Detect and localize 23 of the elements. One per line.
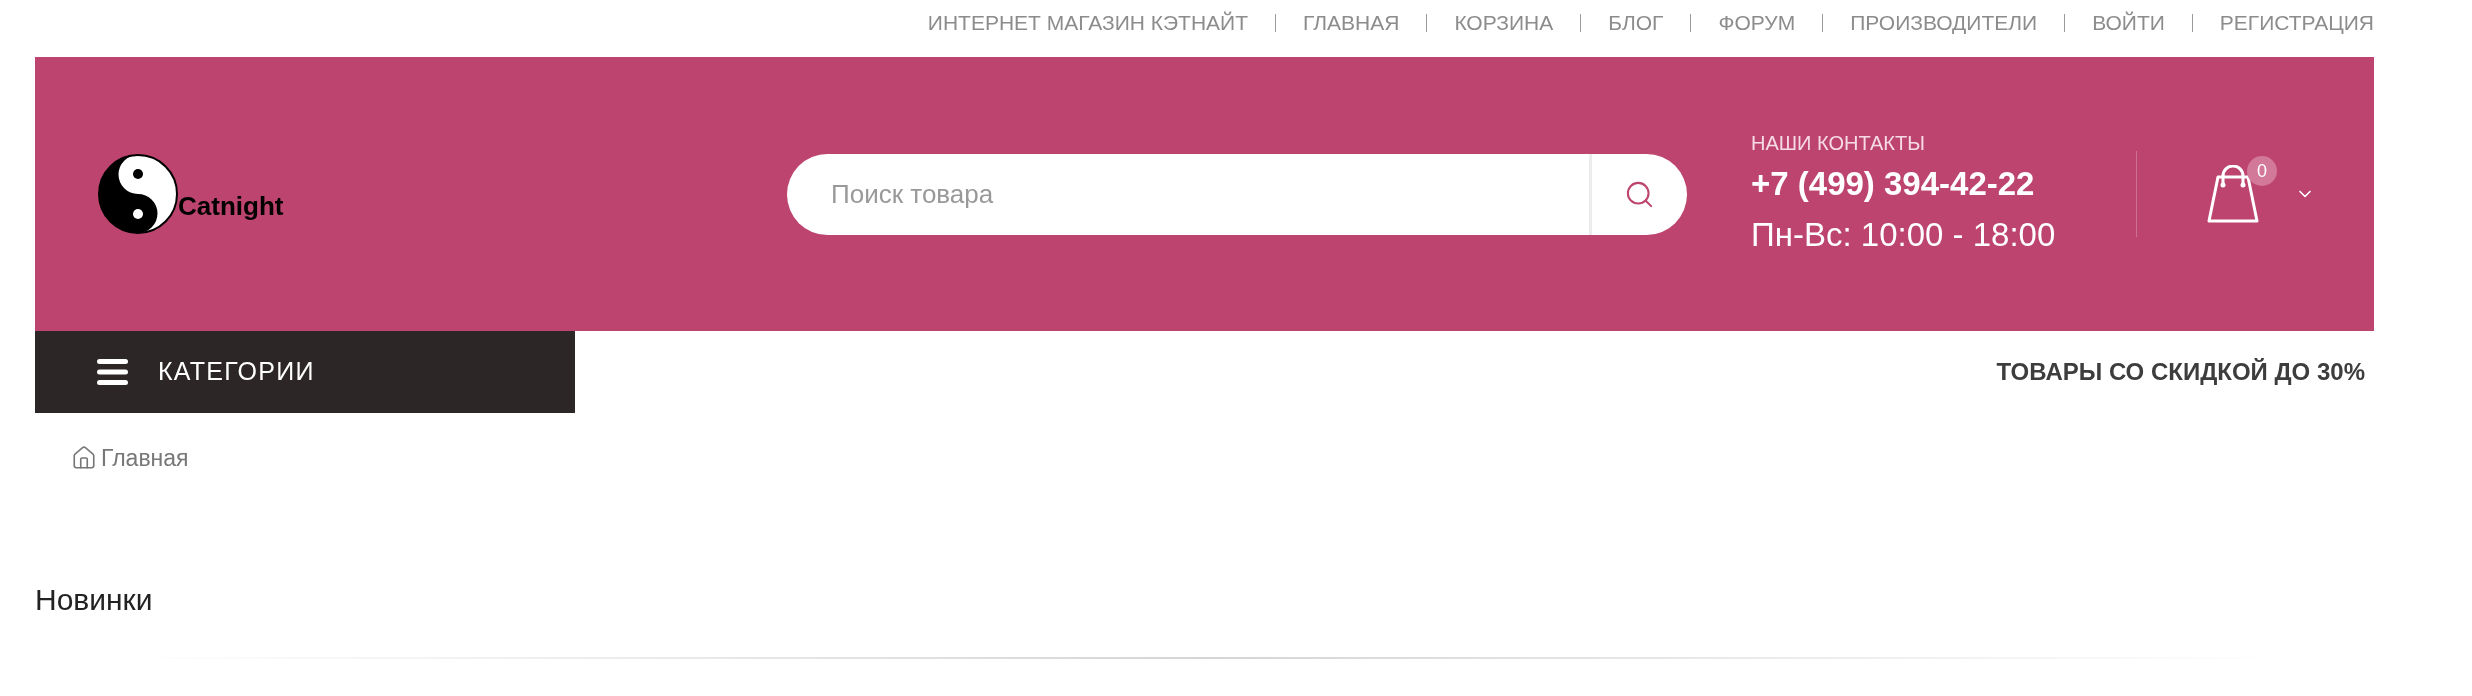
nav-link[interactable]: БЛОГ [1608,9,1664,37]
nav-link[interactable]: РЕГИСТРАЦИЯ [2219,9,2374,37]
breadcrumb-link[interactable]: Главная [101,445,189,471]
nav-link[interactable]: ВОЙТИ [2092,9,2165,37]
logo-text: Catnight [178,191,284,221]
phone-number[interactable]: +7 (499) 394-42-22 [1751,160,2136,207]
contacts-label: НАШИ КОНТАКТЫ [1751,130,1926,155]
nav-link[interactable]: ПРОИЗВОДИТЕЛИ [1850,9,2038,37]
nav-link[interactable]: ГЛАВНАЯ [1303,9,1400,37]
opening-hours: Пн-Вс: 10:00 - 18:00 [1751,214,2057,255]
nav-link[interactable]: КОРЗИНА [1454,9,1554,37]
nav-link[interactable]: ИНТЕРНЕТ МАГАЗИН КЭТНАЙТ [927,9,1249,37]
promo-link[interactable]: ТОВАРЫ СО СКИДКОЙ ДО 30% [1996,354,2365,390]
menu-icon [97,359,128,385]
cart-count-badge: 0 [2247,156,2277,186]
yin-yang-icon [98,154,178,234]
categories-button[interactable]: КАТЕГОРИИ [35,331,575,413]
nav-link[interactable]: ФОРУМ [1718,9,1796,37]
home-icon[interactable] [71,445,97,471]
section-title: Новинки [35,582,154,618]
search-field[interactable]: Поиск товара [787,153,1589,235]
shopping-bag-icon[interactable] [2207,165,2259,223]
search-button[interactable] [1589,153,1687,235]
